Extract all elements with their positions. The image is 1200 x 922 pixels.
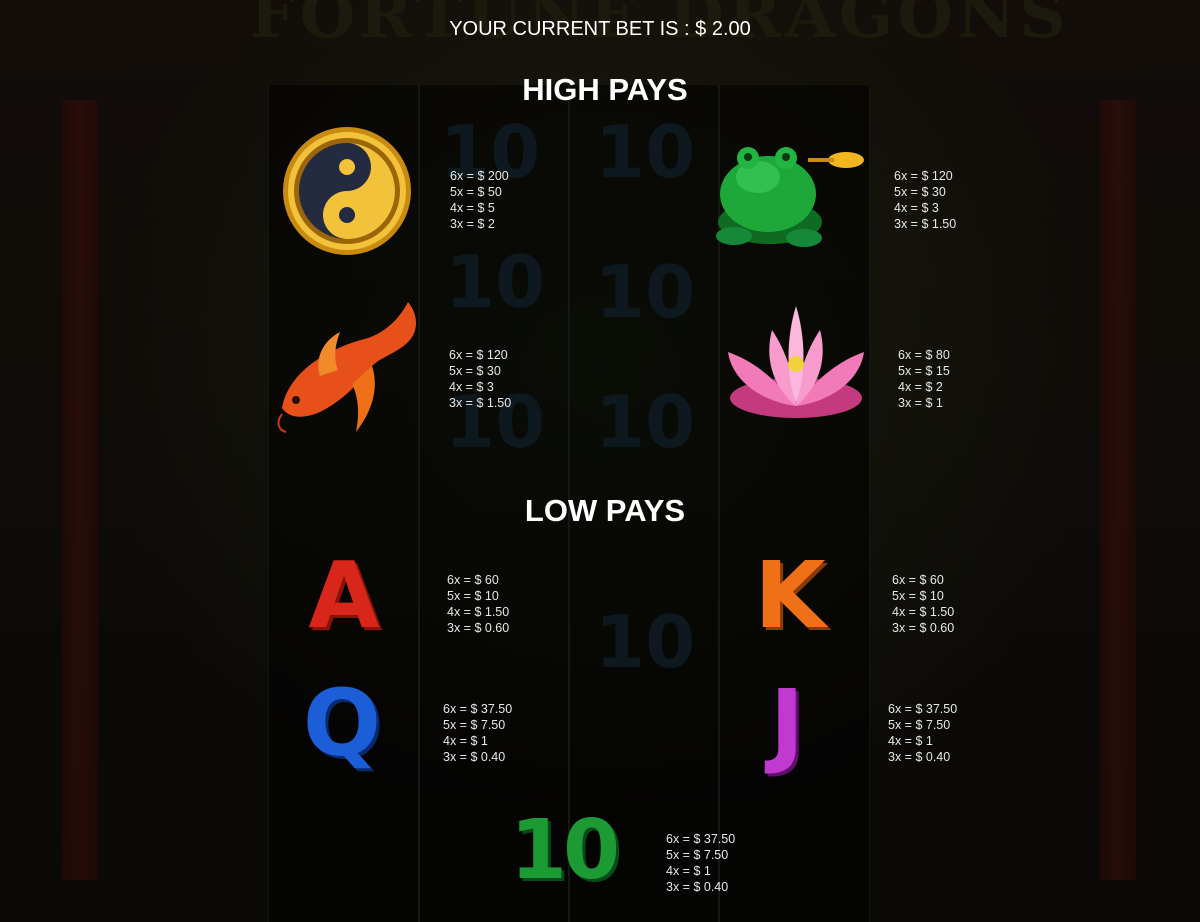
- pay-line: 4x = $ 2: [898, 380, 943, 394]
- queen-paytable: 6x = $ 37.50 5x = $ 7.50 4x = $ 1 3x = $…: [443, 701, 512, 765]
- pay-line: 5x = $ 30: [449, 364, 501, 378]
- background-ten-symbol: 10: [595, 380, 696, 464]
- pay-line: 6x = $ 80: [898, 348, 950, 362]
- pay-line: 3x = $ 1: [898, 396, 943, 410]
- ace-paytable: 6x = $ 60 5x = $ 10 4x = $ 1.50 3x = $ 0…: [447, 572, 509, 636]
- pay-line: 5x = $ 50: [450, 185, 502, 199]
- pay-line: 6x = $ 37.50: [666, 832, 736, 846]
- pay-line: 5x = $ 30: [894, 185, 946, 199]
- pay-line: 3x = $ 0.40: [888, 750, 951, 764]
- pay-line: 6x = $ 200: [450, 169, 509, 183]
- ten-paytable: 6x = $ 37.50 5x = $ 7.50 4x = $ 1 3x = $…: [666, 831, 735, 895]
- pay-line: 3x = $ 0.40: [443, 750, 506, 764]
- pay-line: 4x = $ 1: [443, 734, 488, 748]
- background-ten-symbol: 10: [595, 110, 696, 194]
- pay-line: 5x = $ 7.50: [443, 718, 506, 732]
- ace-symbol-icon: A: [308, 542, 380, 649]
- high-pays-heading: HIGH PAYS: [522, 72, 688, 107]
- pay-line: 3x = $ 2: [450, 217, 495, 231]
- pay-line: 5x = $ 10: [447, 589, 499, 603]
- jade-toad-icon: [708, 132, 868, 262]
- pay-line: 6x = $ 60: [447, 573, 499, 587]
- pay-line: 6x = $ 120: [894, 169, 953, 183]
- pay-line: 5x = $ 7.50: [666, 848, 729, 862]
- pay-line: 3x = $ 0.60: [447, 621, 510, 635]
- lotus-flower-icon: [724, 302, 868, 435]
- pay-line: 3x = $ 0.40: [666, 880, 729, 894]
- background-ten-symbol: 10: [595, 250, 696, 334]
- pay-line: 3x = $ 0.60: [892, 621, 955, 635]
- temple-pillar-right: [1100, 100, 1136, 880]
- king-paytable: 6x = $ 60 5x = $ 10 4x = $ 1.50 3x = $ 0…: [892, 572, 954, 636]
- pay-line: 5x = $ 7.50: [888, 718, 951, 732]
- ten-symbol-icon: 10: [509, 803, 620, 898]
- koi-fish-paytable: 6x = $ 120 5x = $ 30 4x = $ 3 3x = $ 1.5…: [449, 347, 511, 411]
- king-symbol-icon: K: [754, 542, 826, 649]
- pay-line: 6x = $ 37.50: [888, 702, 958, 716]
- pay-line: 6x = $ 120: [449, 348, 508, 362]
- pay-line: 4x = $ 1.50: [892, 605, 955, 619]
- yin-yang-paytable: 6x = $ 200 5x = $ 50 4x = $ 5 3x = $ 2: [450, 168, 509, 232]
- pay-line: 4x = $ 3: [449, 380, 494, 394]
- temple-pillar-left: [62, 100, 98, 880]
- pay-line: 4x = $ 5: [450, 201, 495, 215]
- pay-line: 5x = $ 15: [898, 364, 950, 378]
- pay-line: 3x = $ 1.50: [894, 217, 957, 231]
- background-ten-symbol: 10: [445, 240, 546, 324]
- yin-yang-coin-icon: [280, 124, 414, 263]
- pay-line: 6x = $ 37.50: [443, 702, 513, 716]
- background-ten-symbol: 10: [595, 600, 696, 684]
- low-pays-heading: LOW PAYS: [524, 493, 686, 528]
- jade-toad-paytable: 6x = $ 120 5x = $ 30 4x = $ 3 3x = $ 1.5…: [894, 168, 956, 232]
- pay-line: 3x = $ 1.50: [449, 396, 512, 410]
- pay-line: 4x = $ 1: [666, 864, 711, 878]
- pay-line: 5x = $ 10: [892, 589, 944, 603]
- jack-paytable: 6x = $ 37.50 5x = $ 7.50 4x = $ 1 3x = $…: [888, 701, 957, 765]
- lotus-paytable: 6x = $ 80 5x = $ 15 4x = $ 2 3x = $ 1: [898, 347, 950, 411]
- current-bet-label: YOUR CURRENT BET IS : $ 2.00: [449, 18, 751, 40]
- queen-symbol-icon: Q: [302, 670, 382, 777]
- pay-line: 4x = $ 1: [888, 734, 933, 748]
- pay-line: 4x = $ 3: [894, 201, 939, 215]
- koi-fish-icon: [268, 296, 424, 443]
- jack-symbol-icon: J: [769, 670, 805, 777]
- pay-line: 6x = $ 60: [892, 573, 944, 587]
- pay-line: 4x = $ 1.50: [447, 605, 510, 619]
